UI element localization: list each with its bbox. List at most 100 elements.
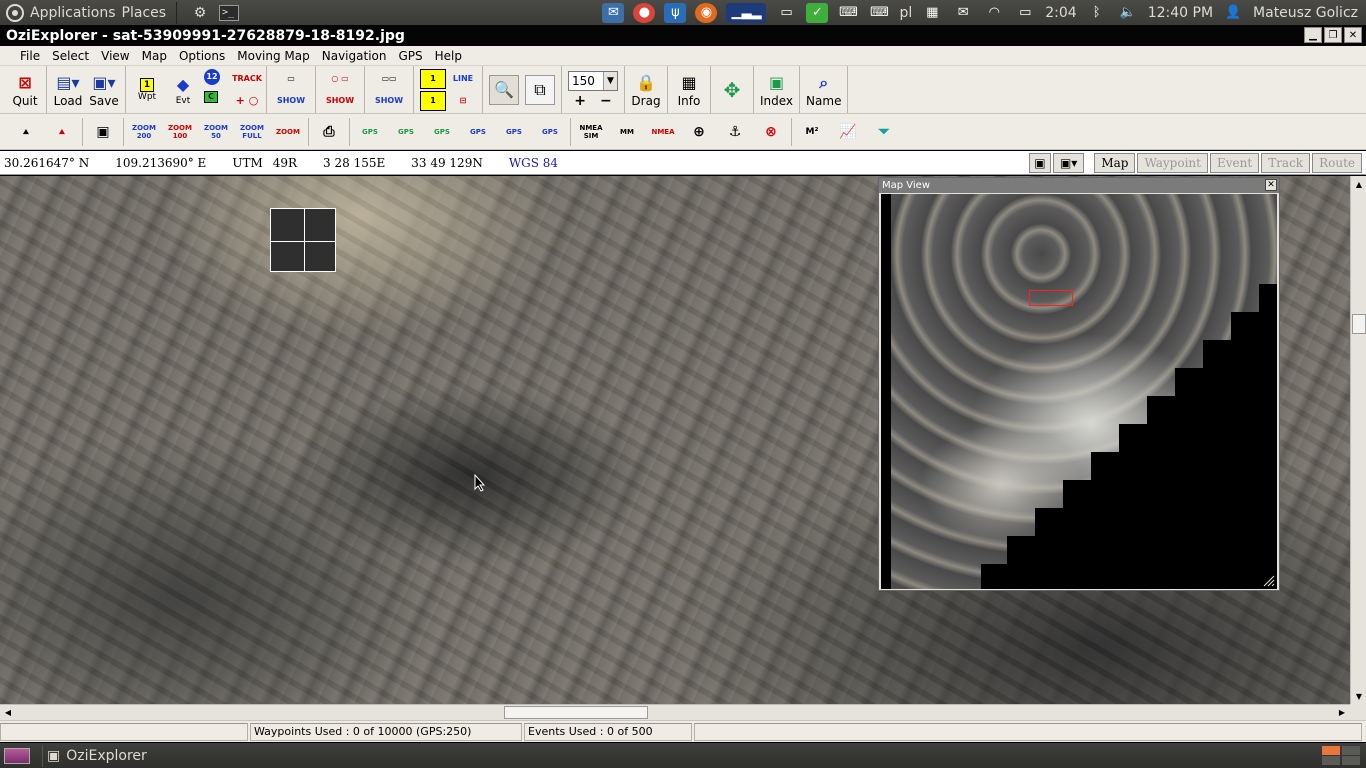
menu-view[interactable]: View [95,49,135,63]
workspace-2[interactable] [1342,746,1360,755]
zoom-50-button[interactable]: ZOOM 50 [198,117,234,147]
vpn-icon[interactable]: ψ [664,2,687,23]
workspace-3[interactable] [1322,756,1340,765]
route-number-icon[interactable]: 12 [204,68,220,85]
menu-options[interactable]: Options [173,49,231,63]
volume-icon[interactable]: 🔈 [1117,3,1139,23]
resize-grip-icon[interactable] [1263,575,1275,587]
waypoint-button[interactable]: 1 Wpt [132,77,162,102]
plus-circle-icon[interactable]: + ○ [234,91,260,111]
workspace-1[interactable] [1322,746,1340,755]
list-icon[interactable]: 1 [420,68,446,89]
firefox-icon[interactable]: ◉ [695,2,718,23]
chart-icon[interactable]: 📈 [830,117,866,147]
zoom-full-button[interactable]: ZOOM FULL [234,117,270,147]
tab-map[interactable]: Map [1094,153,1136,173]
gps-event-button[interactable]: GPS [532,117,568,147]
ubuntu-logo-icon[interactable] [6,3,24,22]
keyboard-icon[interactable]: ⌨ [837,3,859,23]
zoom-out-icon[interactable]: − [600,93,612,109]
workspace-switcher[interactable] [1322,746,1360,765]
mail-icon[interactable]: ✉ [952,3,974,23]
applications-menu[interactable]: Applications [30,5,116,21]
vertical-scroll-thumb[interactable] [1352,314,1366,334]
places-menu[interactable]: Places [122,5,167,21]
track-show-button[interactable]: SHOW [273,91,309,111]
save-button[interactable]: ▣▾ Save [89,72,119,108]
moving-map-button[interactable]: MM [609,117,645,147]
event-show-button[interactable]: SHOW [371,91,407,111]
gps-upload-button[interactable]: GPS [352,117,388,147]
gps-route-button[interactable]: GPS [496,117,532,147]
user-name[interactable]: Mateusz Golicz [1253,5,1358,21]
area-button[interactable]: M² [794,117,830,147]
save-dropdown-icon[interactable]: ▣▾ [1052,153,1085,173]
route-edit-icon[interactable]: ▭▭ [371,69,407,89]
user-icon[interactable]: 👤 [1222,3,1244,23]
current-view-rectangle[interactable] [1029,290,1073,306]
window-titlebar[interactable]: OziExplorer - sat-53909991-27628879-18-8… [0,25,1366,46]
zoom-rect-button[interactable]: ZOOM [270,117,306,147]
map-view-button[interactable]: ⧉ [525,74,555,105]
track-button[interactable]: TRACK [232,69,262,89]
bluetooth-icon[interactable]: ᛒ [1086,3,1108,23]
load-button[interactable]: ▤▾ Load [53,72,83,108]
line-button[interactable]: LINE [450,69,476,89]
show-desktop-icon[interactable] [4,747,30,764]
print-icon[interactable]: ⎙ [311,117,347,147]
pan-arrows-button[interactable]: ✥ [717,78,747,102]
zoom-100-button[interactable]: ZOOM 100 [162,117,198,147]
tab-waypoint[interactable]: Waypoint [1137,153,1208,173]
chat-icon[interactable]: ✉ [602,2,625,23]
waypoint-circle-icon[interactable]: ○ ▭ [322,69,358,89]
map-view-close-icon[interactable]: ✕ [1265,179,1277,191]
display-icon[interactable]: ▭ [775,3,797,23]
gps-waypoint-button[interactable]: GPS [460,117,496,147]
system-monitor-icon[interactable]: ▁▃▂ [726,2,767,23]
menu-map[interactable]: Map [136,49,173,63]
zoom-200-button[interactable]: ZOOM 200 [126,117,162,147]
scroll-left-icon[interactable]: ◀ [0,705,16,720]
index-button[interactable]: ▣ Index [760,72,793,108]
chrome-icon[interactable]: ● [633,2,656,23]
map-image-icon[interactable]: ▣ [1028,153,1051,173]
horizontal-scrollbar[interactable]: ◀ ▶ [0,704,1350,720]
nmea-button[interactable]: NMEA [645,117,681,147]
keyboard-layout[interactable]: pl [899,5,912,21]
event-button[interactable]: ◆ Evt [168,74,198,106]
map-view-window[interactable]: Map View ✕ [878,177,1280,591]
scroll-right-icon[interactable]: ▶ [1334,705,1350,720]
name-button[interactable]: ⌕ Name [806,72,841,108]
filter-icon[interactable]: ⏷ [866,117,902,147]
terminal-icon[interactable]: >_ [219,4,240,21]
wifi-icon[interactable]: ◠ [983,3,1005,23]
vertical-scrollbar[interactable]: ▲ ▼ [1350,176,1366,704]
tab-event[interactable]: Event [1209,153,1260,173]
zoom-level-select[interactable]: 150 ▼ [568,70,618,91]
menu-file[interactable]: File [14,49,46,63]
profile-icon[interactable]: ⛰ [8,117,44,147]
map-view-titlebar[interactable]: Map View ✕ [879,178,1279,193]
calendar-icon[interactable]: ▦ [921,3,943,23]
battery-time[interactable]: 2:04 [1045,5,1076,21]
menu-gps[interactable]: GPS [392,49,428,63]
tab-track[interactable]: Track [1261,153,1311,173]
zoom-in-icon[interactable]: + [574,93,586,109]
drag-button[interactable]: 🔒 Drag [631,72,661,108]
close-button[interactable]: ✕ [1344,27,1362,43]
track-line-icon[interactable]: ▭ [273,69,309,89]
keyboard2-icon[interactable]: ⌨ [868,3,890,23]
update-check-icon[interactable]: ✓ [806,2,829,23]
battery-icon[interactable]: ▭ [1014,3,1036,23]
system-settings-icon[interactable]: ⚙ [190,4,210,22]
stop-icon[interactable]: ⊗ [753,117,789,147]
quit-button[interactable]: ⊠ Quit [10,72,40,108]
taskbar-ozi-explorer[interactable]: ▣ OziExplorer [42,744,157,767]
map-view-overview[interactable] [881,194,1277,589]
list2-icon[interactable]: 1 [420,90,446,111]
profile-x-icon[interactable]: ⛰ [44,117,80,147]
tab-route[interactable]: Route [1312,153,1362,173]
maximize-button[interactable]: ❐ [1324,27,1342,43]
horizontal-scroll-thumb[interactable] [504,706,648,719]
menu-select[interactable]: Select [46,49,95,63]
